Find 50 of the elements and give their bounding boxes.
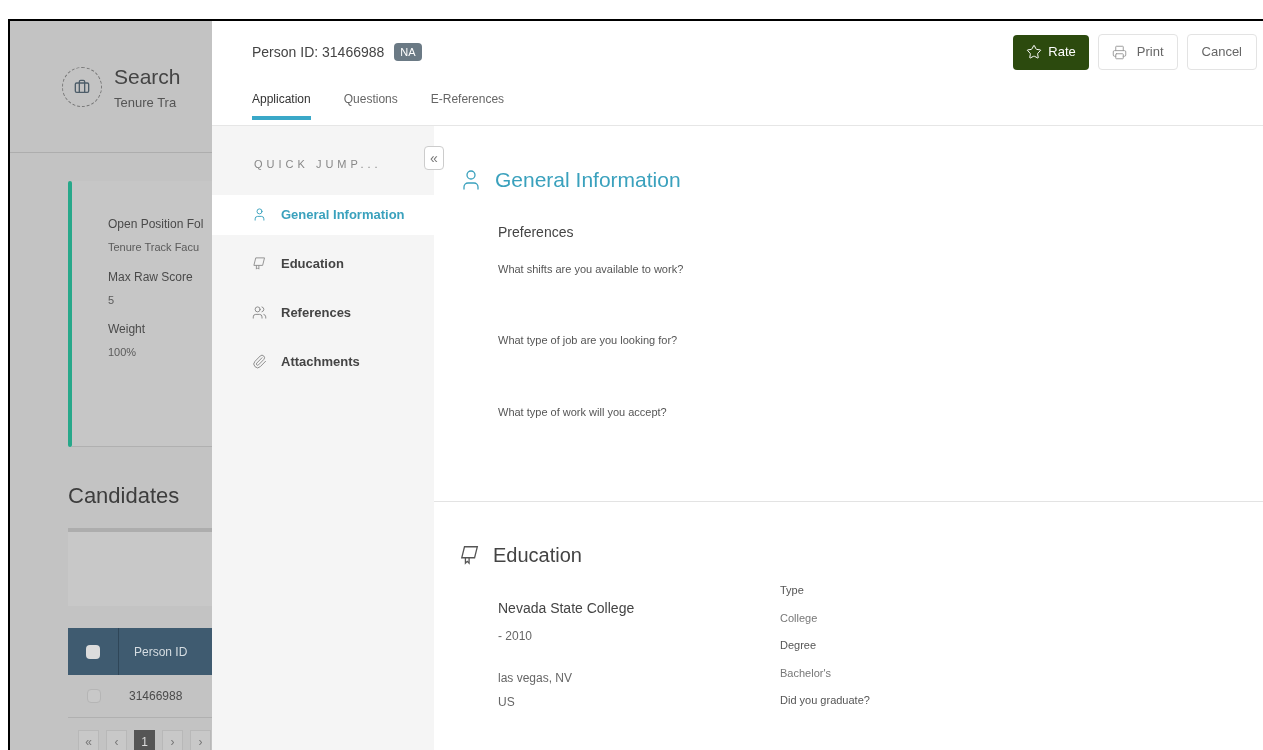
field-label: Degree — [780, 638, 818, 653]
print-button[interactable]: Print — [1097, 34, 1178, 70]
collapse-button[interactable]: « — [424, 146, 444, 170]
field-value: Bachelor's — [780, 665, 832, 681]
page-title: Search — [114, 64, 181, 90]
person-id: Person ID: 31466988 — [252, 42, 385, 62]
sidebar-item[interactable]: General Information — [212, 194, 434, 235]
cancel-button[interactable]: Cancel — [1186, 34, 1257, 70]
user-icon — [252, 207, 267, 222]
field-label: Type — [780, 583, 805, 598]
tab[interactable]: Application — [252, 87, 311, 120]
star-icon — [1026, 44, 1043, 60]
detail-value: 100% — [108, 345, 138, 360]
table-cell-text: 31466988 — [128, 688, 183, 705]
diploma-icon — [459, 544, 481, 566]
page-button[interactable]: 1 — [134, 730, 155, 750]
question-text: What type of work will you accept? — [498, 404, 668, 420]
question-text: What shifts are you available to work? — [498, 261, 685, 277]
rate-button[interactable]: Rate — [1013, 34, 1089, 70]
school-name: Nevada State College — [498, 599, 636, 618]
section-heading: General Information — [495, 167, 681, 193]
subsection-heading: Preferences — [498, 222, 575, 242]
detail-label: Weight — [108, 321, 147, 338]
briefcase-icon — [74, 78, 90, 95]
users-icon — [252, 305, 267, 320]
section-title: Candidates — [68, 482, 181, 510]
diploma-icon — [252, 256, 267, 271]
detail-label: Open Position Fol — [108, 216, 205, 233]
field-label: Did you graduate? — [780, 693, 870, 708]
sidebar-item[interactable]: References — [212, 292, 434, 333]
sidebar-title: QUICK JUMP... — [254, 157, 382, 172]
column-header[interactable]: Person ID — [119, 642, 188, 661]
paperclip-icon — [252, 354, 267, 369]
detail-label: Max Raw Score — [108, 268, 194, 286]
sidebar-item[interactable]: Attachments — [212, 341, 434, 382]
status-badge: NA — [394, 42, 422, 62]
checkbox[interactable] — [86, 644, 100, 659]
school-years: - 2010 — [498, 628, 534, 645]
page-subtitle: Tenure Tra — [114, 93, 178, 112]
sidebar-item[interactable]: Education — [212, 243, 434, 284]
question-text: What type of job are you looking for? — [498, 333, 679, 348]
location-text: las vegas, NV — [498, 670, 574, 687]
detail-value: 5 — [108, 292, 116, 308]
printer-icon — [1111, 44, 1127, 60]
detail-value: Tenure Track Facu — [108, 240, 201, 255]
field-value: College — [780, 610, 819, 626]
location-text: US — [498, 694, 516, 711]
tab[interactable]: Questions — [343, 87, 398, 120]
tab[interactable]: E-References — [430, 87, 505, 120]
section-heading: Education — [493, 543, 582, 568]
